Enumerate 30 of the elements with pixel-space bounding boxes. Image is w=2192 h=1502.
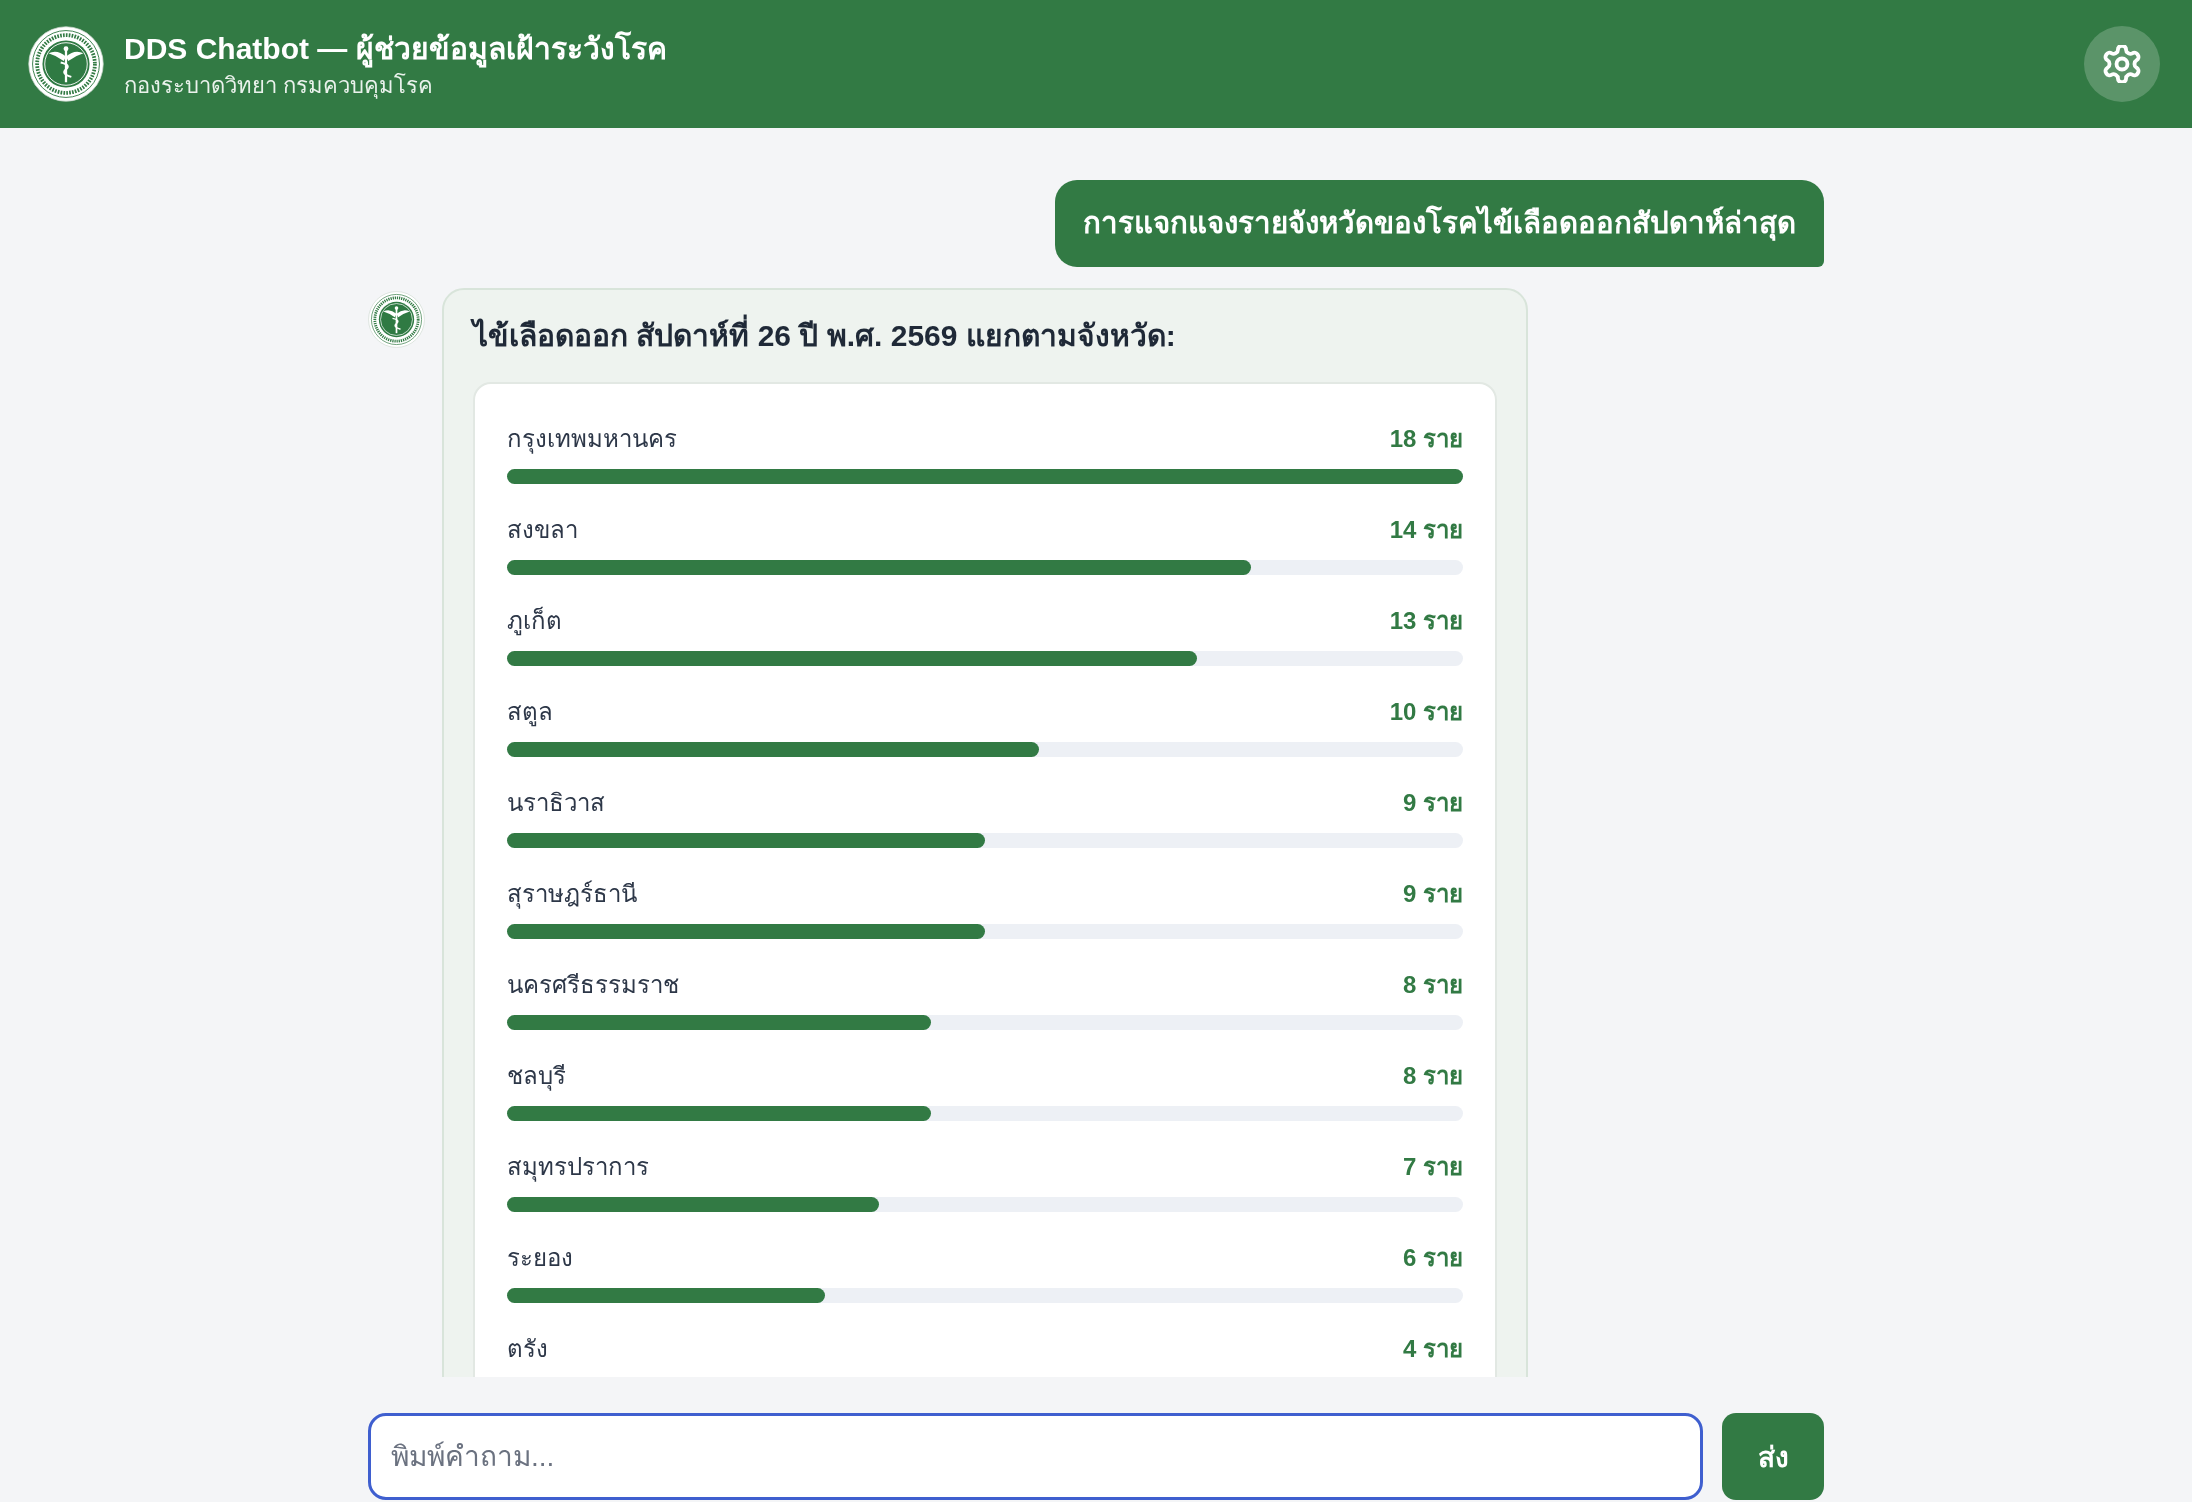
case-count: 13 ราย <box>1389 606 1463 636</box>
user-message: การแจกแจงรายจังหวัดของโรคไข้เลือดออกสัปดาห์ล่าสุด <box>1055 180 1824 267</box>
settings-icon <box>2103 45 2141 83</box>
case-count: 18 ราย <box>1389 424 1463 454</box>
province-name: ชลบุรี <box>507 1061 566 1093</box>
seal-icon <box>368 291 425 348</box>
send-button[interactable]: ส่ง <box>1722 1413 1824 1500</box>
question-input[interactable]: พิมพ์คำถาม... <box>368 1413 1703 1500</box>
province-name: สงขลา <box>507 515 578 545</box>
case-count: 10 ราย <box>1389 697 1463 727</box>
province-name: ตรัง <box>507 1334 548 1364</box>
province-name: นราธิวาส <box>507 788 605 818</box>
case-count: 4 ราย <box>1403 1334 1463 1364</box>
province-name: ระยอง <box>507 1243 573 1273</box>
app-subtitle: กองระบาดวิทยา กรมควบคุมโรค <box>124 71 434 99</box>
case-count: 9 ราย <box>1403 879 1463 909</box>
case-count: 8 ราย <box>1403 1061 1463 1091</box>
case-count: 8 ราย <box>1403 970 1463 1000</box>
case-count: 14 ราย <box>1389 515 1463 545</box>
seal-icon <box>28 26 104 102</box>
case-count: 6 ราย <box>1403 1243 1463 1273</box>
app-title: DDS Chatbot — ผู้ช่วยข้อมูลเฝ้าระวังโรค <box>124 29 667 68</box>
case-count: 7 ราย <box>1403 1152 1463 1182</box>
province-name: สตูล <box>507 697 553 729</box>
province-name: กรุงเทพมหานคร <box>507 424 677 456</box>
province-name: สุราษฎร์ธานี <box>507 879 637 911</box>
province-name: นครศรีธรรมราช <box>507 970 679 1000</box>
case-count: 9 ราย <box>1403 788 1463 818</box>
province-name: สมุทรปราการ <box>507 1152 649 1184</box>
province-name: ภูเก็ต <box>507 605 562 638</box>
